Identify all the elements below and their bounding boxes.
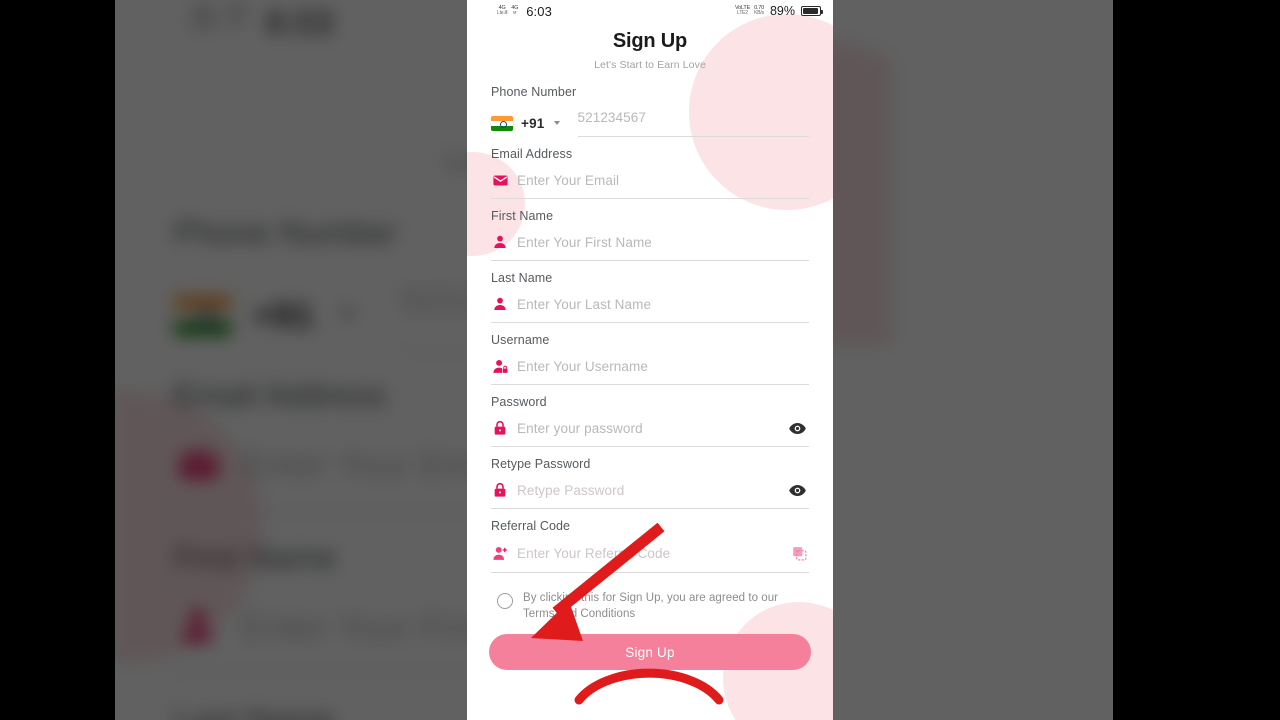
chevron-down-icon[interactable] [553, 121, 560, 125]
status-bar-time: 6:03 [526, 3, 552, 19]
first-name-label: First Name [491, 209, 554, 223]
person-lock-icon [491, 357, 509, 375]
first-name-input[interactable]: Enter Your First Name [517, 235, 809, 250]
username-input[interactable]: Enter Your Username [517, 359, 809, 374]
country-code[interactable]: +91 [521, 116, 545, 131]
signal-4g-icon-2: 4G vr [511, 4, 519, 17]
signal-4g-icon-1: 4G Lte.ill [497, 4, 508, 17]
password-input[interactable]: Enter your password [517, 421, 777, 436]
last-name-input[interactable]: Enter Your Last Name [517, 297, 809, 312]
referral-code-label: Referral Code [491, 519, 571, 533]
phone-screen: 4G Lte.ill 4G vr 6:03 VoLTE LTE2 0.70 KB… [467, 0, 833, 720]
background-blur-left: 4GLte.ill 4Gvr 6:03 VoLTELTE2 0.70KB/s 8… [115, 0, 467, 720]
background-blur-right [833, 0, 1113, 720]
field-retype-password: Retype Password Retype Password [491, 457, 809, 509]
person-icon [491, 295, 509, 313]
password-label: Password [491, 395, 547, 409]
screen-recording-frame: 4GLte.ill 4Gvr 6:03 VoLTELTE2 0.70KB/s 8… [0, 0, 1280, 720]
page-subtitle: Let's Start to Earn Love [594, 59, 706, 71]
person-icon [491, 233, 509, 251]
referral-code-input[interactable]: Enter Your Referral Code [517, 546, 781, 561]
username-label: Username [491, 333, 550, 347]
field-email: Email Address Enter Your Email [491, 147, 809, 199]
retype-password-label: Retype Password [491, 457, 591, 471]
lock-icon [491, 481, 509, 499]
retype-password-input[interactable]: Retype Password [517, 483, 777, 498]
terms-row: By clicking this for Sign Up, you are ag… [467, 583, 833, 622]
last-name-label: Last Name [491, 271, 553, 285]
phone-number-label: Phone Number [491, 85, 577, 99]
battery-icon [801, 6, 823, 16]
submit-area: Sign Up [467, 622, 833, 671]
envelope-icon [491, 171, 509, 189]
page-header: Sign Up Let's Start to Earn Love [467, 22, 833, 71]
data-rate-indicator: 0.70 KB/s [754, 4, 764, 17]
qr-scan-icon[interactable] [789, 543, 809, 563]
email-label: Email Address [491, 147, 573, 161]
eye-icon[interactable] [785, 419, 809, 437]
page-title: Sign Up [612, 30, 688, 52]
field-password: Password Enter your password [491, 395, 809, 447]
status-bar: 4G Lte.ill 4G vr 6:03 VoLTE LTE2 0.70 KB… [467, 0, 833, 22]
signup-button[interactable]: Sign Up [489, 634, 811, 671]
field-phone-number: Phone Number +91 521234567 [491, 85, 809, 137]
field-last-name: Last Name Enter Your Last Name [491, 271, 809, 323]
terms-text[interactable]: By clicking this for Sign Up, you are ag… [523, 591, 809, 622]
field-username: Username Enter Your Username [491, 333, 809, 385]
radio-unchecked-icon[interactable] [497, 593, 513, 609]
eye-icon[interactable] [785, 481, 809, 499]
email-input[interactable]: Enter Your Email [517, 173, 809, 188]
lock-icon [491, 419, 509, 437]
person-add-icon [491, 544, 509, 562]
signup-form: Phone Number +91 521234567 Email Address… [467, 71, 833, 573]
india-flag-icon [491, 115, 513, 131]
battery-percent: 89% [769, 4, 795, 18]
field-referral-code: Referral Code Enter Your Referral Code [491, 519, 809, 573]
phone-number-input[interactable]: 521234567 [578, 110, 646, 125]
field-first-name: First Name Enter Your First Name [491, 209, 809, 261]
volte-icon: VoLTE LTE2 [734, 4, 751, 17]
